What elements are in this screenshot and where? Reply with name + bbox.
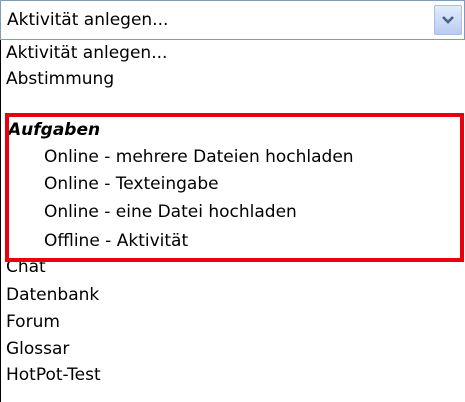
option-hotpot-test[interactable]: HotPot-Test — [6, 362, 101, 388]
option-datenbank[interactable]: Datenbank — [6, 282, 99, 308]
option-forum[interactable]: Forum — [6, 309, 60, 335]
option-aktivitaet-anlegen[interactable]: Aktivität anlegen... — [6, 40, 167, 66]
select-value: Aktivität anlegen... — [7, 10, 169, 30]
option-abstimmung[interactable]: Abstimmung — [6, 66, 114, 92]
chevron-down-icon — [442, 16, 454, 24]
dropdown-button[interactable] — [434, 5, 462, 35]
highlight-frame — [5, 113, 464, 262]
activity-select[interactable]: Aktivität anlegen... — [0, 0, 465, 40]
option-glossar[interactable]: Glossar — [6, 336, 69, 362]
